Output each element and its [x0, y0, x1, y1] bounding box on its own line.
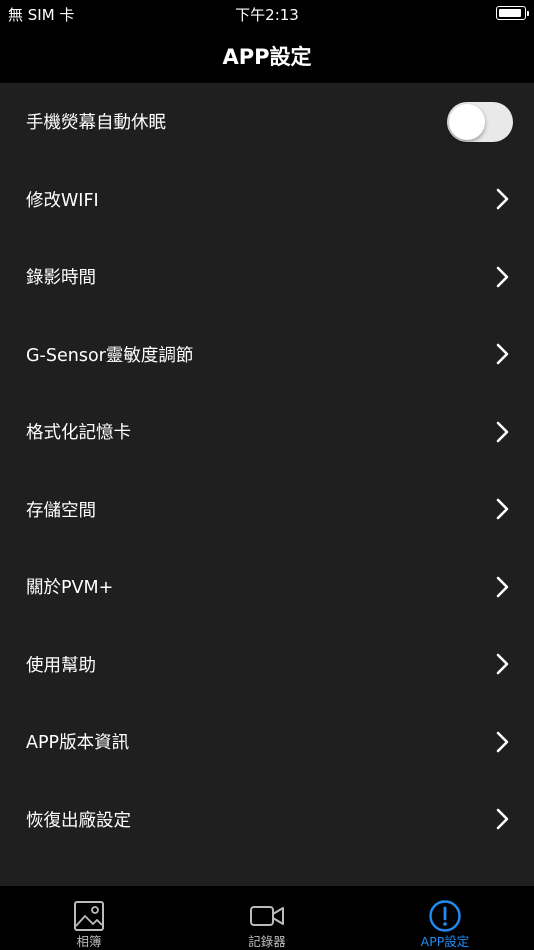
info-circle-icon: [429, 900, 461, 932]
chevron-right-icon: [496, 421, 509, 443]
setting-row-wifi[interactable]: 修改WIFI: [0, 161, 534, 239]
tab-bar: 相簿 記錄器 APP設定: [0, 886, 534, 950]
setting-row-app-version[interactable]: APP版本資訊: [0, 703, 534, 781]
chevron-right-icon: [496, 653, 509, 675]
video-camera-icon: [250, 906, 284, 926]
navigation-bar: APP設定: [0, 28, 534, 83]
setting-label: 存儲空間: [26, 500, 96, 521]
chevron-right-icon: [496, 343, 509, 365]
chevron-right-icon: [496, 808, 509, 830]
tab-label: 相簿: [76, 934, 102, 949]
settings-list: 手機熒幕自動休眠 修改WIFI 錄影時間 G-Sensor靈敏度調節 格式化記憶…: [0, 83, 534, 886]
setting-label: 修改WIFI: [26, 190, 99, 211]
tab-recorder[interactable]: 記錄器: [178, 886, 356, 950]
setting-label: 錄影時間: [26, 268, 96, 289]
setting-row-help[interactable]: 使用幫助: [0, 626, 534, 704]
setting-label: 手機熒幕自動休眠: [26, 113, 166, 134]
setting-label: 恢復出廠設定: [26, 810, 131, 831]
photo-icon: [74, 901, 104, 931]
tab-album[interactable]: 相簿: [0, 886, 178, 950]
status-bar: 無 SIM 卡 下午2:13: [0, 0, 534, 28]
chevron-right-icon: [496, 576, 509, 598]
chevron-right-icon: [496, 731, 509, 753]
chevron-right-icon: [496, 266, 509, 288]
setting-label: 關於PVM+: [26, 578, 114, 599]
battery-icon: [496, 6, 529, 20]
tab-app-settings[interactable]: APP設定: [356, 886, 534, 950]
chevron-right-icon: [496, 188, 509, 210]
setting-row-gsensor[interactable]: G-Sensor靈敏度調節: [0, 316, 534, 394]
clock: 下午2:13: [235, 6, 299, 24]
setting-row-factory-reset[interactable]: 恢復出廠設定: [0, 781, 534, 859]
setting-label: APP版本資訊: [26, 733, 130, 754]
setting-row-recording-time[interactable]: 錄影時間: [0, 238, 534, 316]
auto-sleep-toggle[interactable]: [447, 101, 513, 142]
setting-row-about[interactable]: 關於PVM+: [0, 548, 534, 626]
tab-label: 記錄器: [248, 934, 286, 949]
setting-label: 使用幫助: [26, 655, 96, 676]
chevron-right-icon: [496, 498, 509, 520]
setting-row-format-card[interactable]: 格式化記憶卡: [0, 393, 534, 471]
setting-label: 格式化記憶卡: [26, 423, 131, 444]
setting-row-auto-sleep: 手機熒幕自動休眠: [0, 83, 534, 161]
tab-label: APP設定: [420, 934, 470, 949]
toggle-knob: [449, 103, 485, 140]
setting-row-storage[interactable]: 存儲空間: [0, 471, 534, 549]
page-title: APP設定: [222, 44, 312, 69]
setting-label: G-Sensor靈敏度調節: [26, 345, 194, 366]
